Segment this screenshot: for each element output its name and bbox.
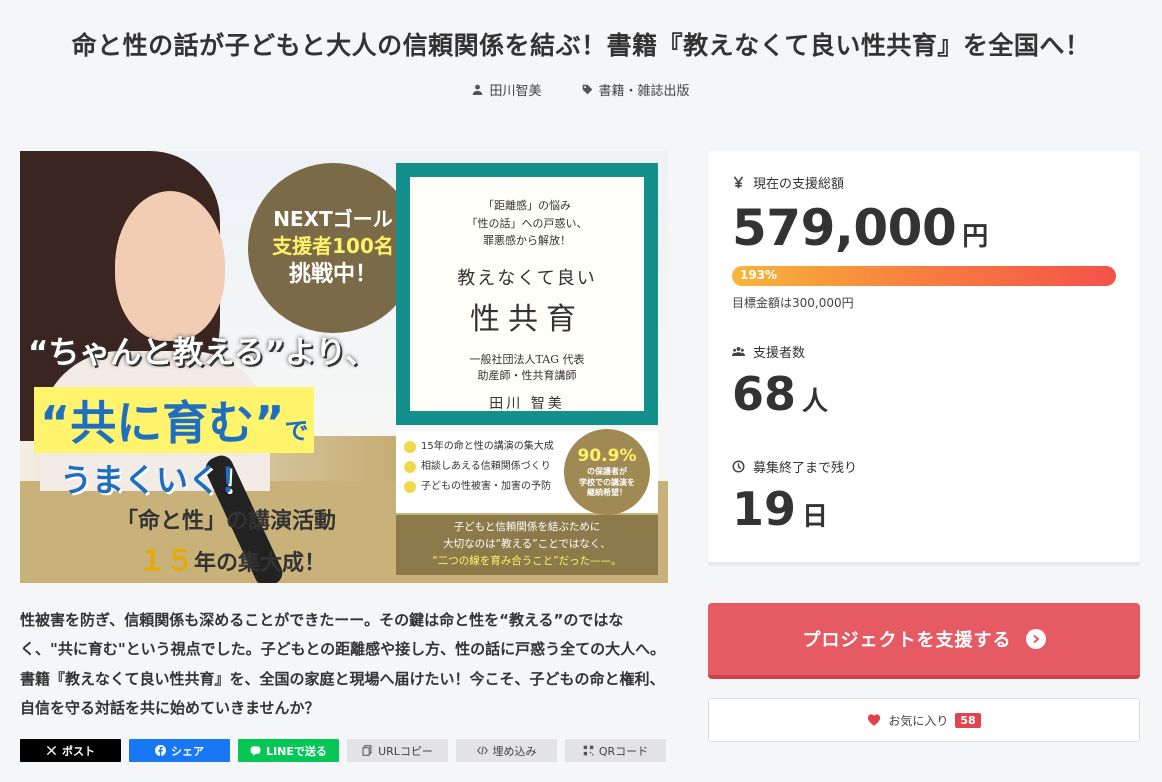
hero-quote: 子どもと信頼関係を結ぶために 大切なのは“教える”ことではなく、 “二つの線を育… [396,515,658,575]
book-author-info: 一般社団法人TAG 代表 助産師・性共育講師 [469,352,585,383]
book-subtitle: 「距離感」の悩み 「性の話」への戸惑い、 罪悪感から解放！ [466,199,588,248]
clock-icon [732,460,745,473]
favorite-button[interactable]: お気に入り 58 [708,698,1140,742]
hero-catchphrase-2: “共に育む”で [34,387,315,453]
favorite-count-badge: 58 [955,712,981,728]
project-meta: 田川智美 書籍・雑誌出版 [0,80,1162,99]
code-icon [476,746,488,755]
embed-button[interactable]: 埋め込み [456,739,557,762]
hero-catchphrase-4: 「命と性」の講演活動 [116,509,337,534]
amount-label: 現在の支援総額 [732,173,844,192]
heart-icon [868,714,881,726]
qr-code-button[interactable]: QRコード [565,739,666,762]
speaker-photo-face [115,191,225,341]
project-hero-image: NEXTゴール 支援者100名 挑戦中！ 「距離感」の悩み 「性の話」への戸惑い… [20,151,668,583]
check-icon [404,461,416,473]
next-goal-circle: NEXTゴール 支援者100名 挑戦中！ [248,163,418,333]
copy-icon [362,745,372,756]
remaining-days: 19 日 [732,482,829,536]
backers-label: 支援者数 [732,342,805,361]
hero-catchphrase-3: うまくいく！ [60,461,253,499]
funding-progress-bar: 193% [732,266,1116,286]
hero-catchphrase-5: １５年の集大成！ [138,544,327,577]
share-facebook-button[interactable]: シェア [129,739,230,762]
category-name: 書籍・雑誌出版 [598,84,690,99]
x-logo-icon [46,745,57,756]
user-icon [473,84,483,95]
facebook-icon [155,745,166,756]
progress-percent: 193% [740,268,778,282]
chevron-right-circle-icon [1025,629,1046,649]
remaining-label: 募集終了まで残り [732,457,857,476]
qr-code-icon [583,745,594,756]
share-bar: ポスト シェア LINEで送る URLコピー 埋め込み QRコード [20,739,666,762]
share-x-button[interactable]: ポスト [20,739,121,762]
check-icon [404,441,416,453]
author-name: 田川智美 [489,84,542,99]
line-icon [250,746,261,756]
project-title: 命と性の話が子どもと大人の信頼関係を結ぶ！書籍『教えなくて良い性共育』を全国へ！ [71,31,1091,60]
tag-icon [582,84,592,95]
yen-icon [733,176,744,189]
check-icon [404,481,416,493]
book-title-line2: 性共育 [470,301,584,337]
book-cover: 「距離感」の悩み 「性の話」への戸惑い、 罪悪感から解放！ 教えなくて良い 性共… [396,163,658,425]
author-link[interactable]: 田川智美 [472,80,542,99]
book-author-name: 田川 智美 [489,395,565,412]
backers-count: 68 人 [732,367,829,421]
share-line-button[interactable]: LINEで送る [238,739,339,762]
users-icon [732,346,745,357]
survey-badge: 90.9% の保護者が 学校での講演を 継続希望！ [564,429,650,515]
amount-raised: 579,000 円 [732,199,988,257]
copy-url-button[interactable]: URLコピー [347,739,448,762]
project-description: 性被害を防ぎ、信頼関係も深めることができたーー。その鍵は命と性を“教える”のでは… [20,611,666,717]
funding-stats-card: 現在の支援総額 579,000 円 193% 目標金額は300,000円 支援者数… [708,151,1140,565]
category-link[interactable]: 書籍・雑誌出版 [582,80,690,99]
goal-amount: 目標金額は300,000円 [732,296,854,310]
support-project-button[interactable]: プロジェクトを支援する [708,603,1140,679]
hero-catchphrase-1: “ちゃんと教える”より、 [28,335,376,371]
book-title-line1: 教えなくて良い [457,267,597,289]
